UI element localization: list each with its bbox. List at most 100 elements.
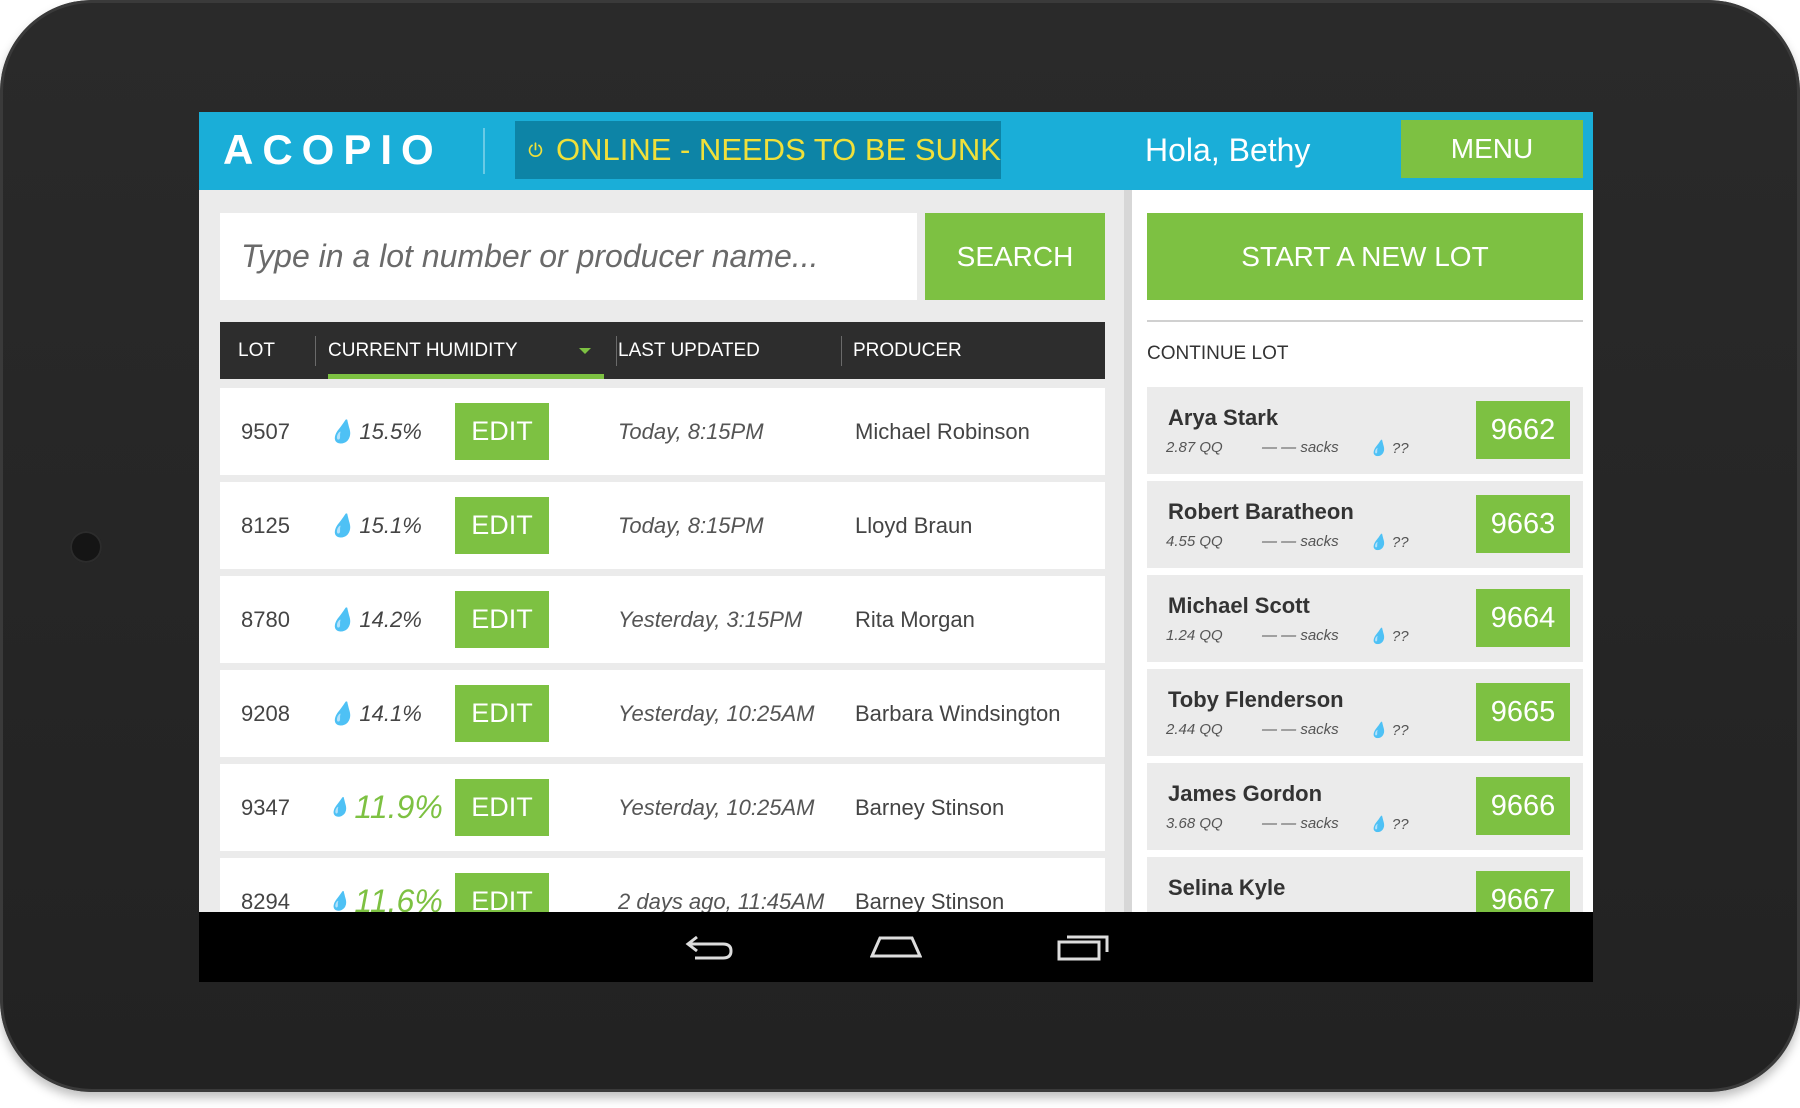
continue-lot-card[interactable]: Arya Stark 2.87 QQ — — sacks 💧 ?? 9662 — [1147, 387, 1583, 474]
quantity-qq: 3.68 QQ — [1166, 815, 1223, 832]
sync-status[interactable]: ONLINE - NEEDS TO BE SUNK — [515, 121, 1001, 179]
lot-number-button[interactable]: 9664 — [1476, 589, 1570, 647]
table-header: LOT CURRENT HUMIDITY LAST UPDATED PRODUC… — [220, 322, 1105, 379]
humidity-value: 💧 15.5% — [328, 388, 422, 475]
edit-button[interactable]: EDIT — [455, 779, 549, 836]
continue-lot-card[interactable]: Toby Flenderson 2.44 QQ — — sacks 💧 ?? 9… — [1147, 669, 1583, 756]
app-logo: ACOPIO — [223, 126, 443, 173]
camera-icon — [70, 531, 102, 563]
humidity-value: 💧 ?? — [1369, 627, 1409, 645]
lot-number: 8780 — [241, 606, 290, 632]
lot-number: 8125 — [241, 512, 290, 538]
water-drop-icon: 💧 — [328, 891, 351, 911]
water-drop-icon: 💧 — [1369, 722, 1388, 739]
active-sort-indicator — [328, 374, 604, 379]
back-icon[interactable] — [685, 932, 735, 962]
humidity-text: 11.9% — [354, 789, 443, 825]
humidity-text: 15.5% — [359, 418, 422, 444]
water-drop-icon: 💧 — [328, 512, 356, 538]
search-input[interactable] — [220, 213, 917, 300]
producer-name: Barney Stinson — [855, 794, 1005, 820]
producer-name: Selina Kyle — [1168, 875, 1286, 900]
last-updated: Today, 8:15PM — [618, 512, 764, 538]
humidity-value: 💧 ?? — [1369, 721, 1409, 739]
lot-number-button[interactable]: 9663 — [1476, 495, 1570, 553]
humidity-value: 💧 15.1% — [328, 482, 422, 569]
humidity-text: ?? — [1391, 440, 1409, 457]
lot-number-button[interactable]: 9666 — [1476, 777, 1570, 835]
sack-count: — — sacks — [1262, 439, 1339, 456]
continue-lot-card[interactable]: James Gordon 3.68 QQ — — sacks 💧 ?? 9666 — [1147, 763, 1583, 850]
user-greeting: Hola, Bethy — [1145, 132, 1311, 168]
last-updated: Yesterday, 10:25AM — [618, 700, 815, 726]
producer-name: Arya Stark — [1168, 405, 1279, 430]
table-row[interactable]: 8125 💧 15.1% EDIT Today, 8:15PM Lloyd Bra… — [220, 482, 1105, 569]
producer-name: James Gordon — [1168, 781, 1323, 806]
top-bar: ACOPIO ONLINE - NEEDS TO BE SUNK Hola, B… — [199, 112, 1593, 190]
producer-name: Barbara Windsington — [855, 700, 1061, 726]
column-header-updated[interactable]: LAST UPDATED — [618, 322, 760, 379]
water-drop-icon: 💧 — [1369, 628, 1388, 645]
water-drop-icon: 💧 — [1369, 816, 1388, 833]
edit-button[interactable]: EDIT — [455, 403, 549, 460]
humidity-value: 💧 ?? — [1369, 439, 1409, 457]
table-row[interactable]: 8780 💧 14.2% EDIT Yesterday, 3:15PM Rita … — [220, 576, 1105, 663]
column-divider — [841, 336, 842, 366]
humidity-text: ?? — [1391, 628, 1409, 645]
sort-down-icon[interactable] — [579, 348, 591, 354]
humidity-value: 💧 ?? — [1369, 815, 1409, 833]
edit-button[interactable]: EDIT — [455, 591, 549, 648]
column-divider — [1124, 190, 1132, 982]
table-row[interactable]: 9347 💧 11.9% EDIT Yesterday, 10:25AM Barn… — [220, 764, 1105, 851]
column-divider — [616, 336, 617, 366]
sack-count: — — sacks — [1262, 533, 1339, 550]
quantity-qq: 2.44 QQ — [1166, 721, 1223, 738]
status-text: ONLINE - NEEDS TO BE SUNK — [555, 132, 1001, 167]
water-drop-icon: 💧 — [328, 418, 356, 444]
humidity-value: 💧 14.1% — [328, 670, 422, 757]
producer-name: Robert Baratheon — [1168, 499, 1354, 524]
column-header-lot[interactable]: LOT — [238, 322, 275, 379]
producer-name: Lloyd Braun — [855, 512, 973, 538]
menu-button[interactable]: MENU — [1401, 120, 1583, 178]
tablet-frame: ACOPIO ONLINE - NEEDS TO BE SUNK Hola, B… — [0, 0, 1800, 1092]
last-updated: Yesterday, 10:25AM — [618, 794, 815, 820]
lot-number-button[interactable]: 9662 — [1476, 401, 1570, 459]
edit-button[interactable]: EDIT — [455, 685, 549, 742]
quantity-qq: 1.24 QQ — [1166, 627, 1223, 644]
last-updated: Yesterday, 3:15PM — [618, 606, 803, 632]
sack-count: — — sacks — [1262, 815, 1339, 832]
producer-name: Rita Morgan — [855, 606, 975, 632]
humidity-text: 14.1% — [359, 700, 422, 726]
recent-apps-icon[interactable] — [1057, 932, 1109, 962]
section-divider — [1147, 320, 1583, 322]
continue-lot-card[interactable]: Michael Scott 1.24 QQ — — sacks 💧 ?? 966… — [1147, 575, 1583, 662]
humidity-text: 14.2% — [359, 606, 422, 632]
humidity-value: 💧 14.2% — [328, 576, 422, 663]
humidity-text: ?? — [1391, 722, 1409, 739]
sack-count: — — sacks — [1262, 627, 1339, 644]
water-drop-icon: 💧 — [328, 797, 351, 817]
column-header-producer[interactable]: PRODUCER — [853, 322, 962, 379]
column-header-humidity[interactable]: CURRENT HUMIDITY — [328, 322, 518, 379]
home-icon[interactable] — [870, 932, 922, 962]
sack-count: — — sacks — [1262, 721, 1339, 738]
water-drop-icon: 💧 — [328, 606, 356, 632]
water-drop-icon: 💧 — [1369, 534, 1388, 551]
producer-name: Michael Robinson — [855, 418, 1030, 444]
humidity-text: 15.1% — [359, 512, 422, 538]
table-row[interactable]: 9208 💧 14.1% EDIT Yesterday, 10:25AM Barb… — [220, 670, 1105, 757]
power-icon — [528, 142, 543, 157]
edit-button[interactable]: EDIT — [455, 497, 549, 554]
search-button[interactable]: SEARCH — [925, 213, 1105, 300]
lot-number: 9208 — [241, 700, 290, 726]
continue-lot-card[interactable]: Robert Baratheon 4.55 QQ — — sacks 💧 ?? … — [1147, 481, 1583, 568]
humidity-value: 💧 ?? — [1369, 533, 1409, 551]
producer-name: Michael Scott — [1168, 593, 1310, 618]
lot-number-button[interactable]: 9665 — [1476, 683, 1570, 741]
quantity-qq: 2.87 QQ — [1166, 439, 1223, 456]
humidity-value: 💧 11.9% — [328, 764, 443, 851]
start-new-lot-button[interactable]: START A NEW LOT — [1147, 213, 1583, 300]
header-divider — [483, 128, 485, 174]
table-row[interactable]: 9507 💧 15.5% EDIT Today, 8:15PM Michael R… — [220, 388, 1105, 475]
